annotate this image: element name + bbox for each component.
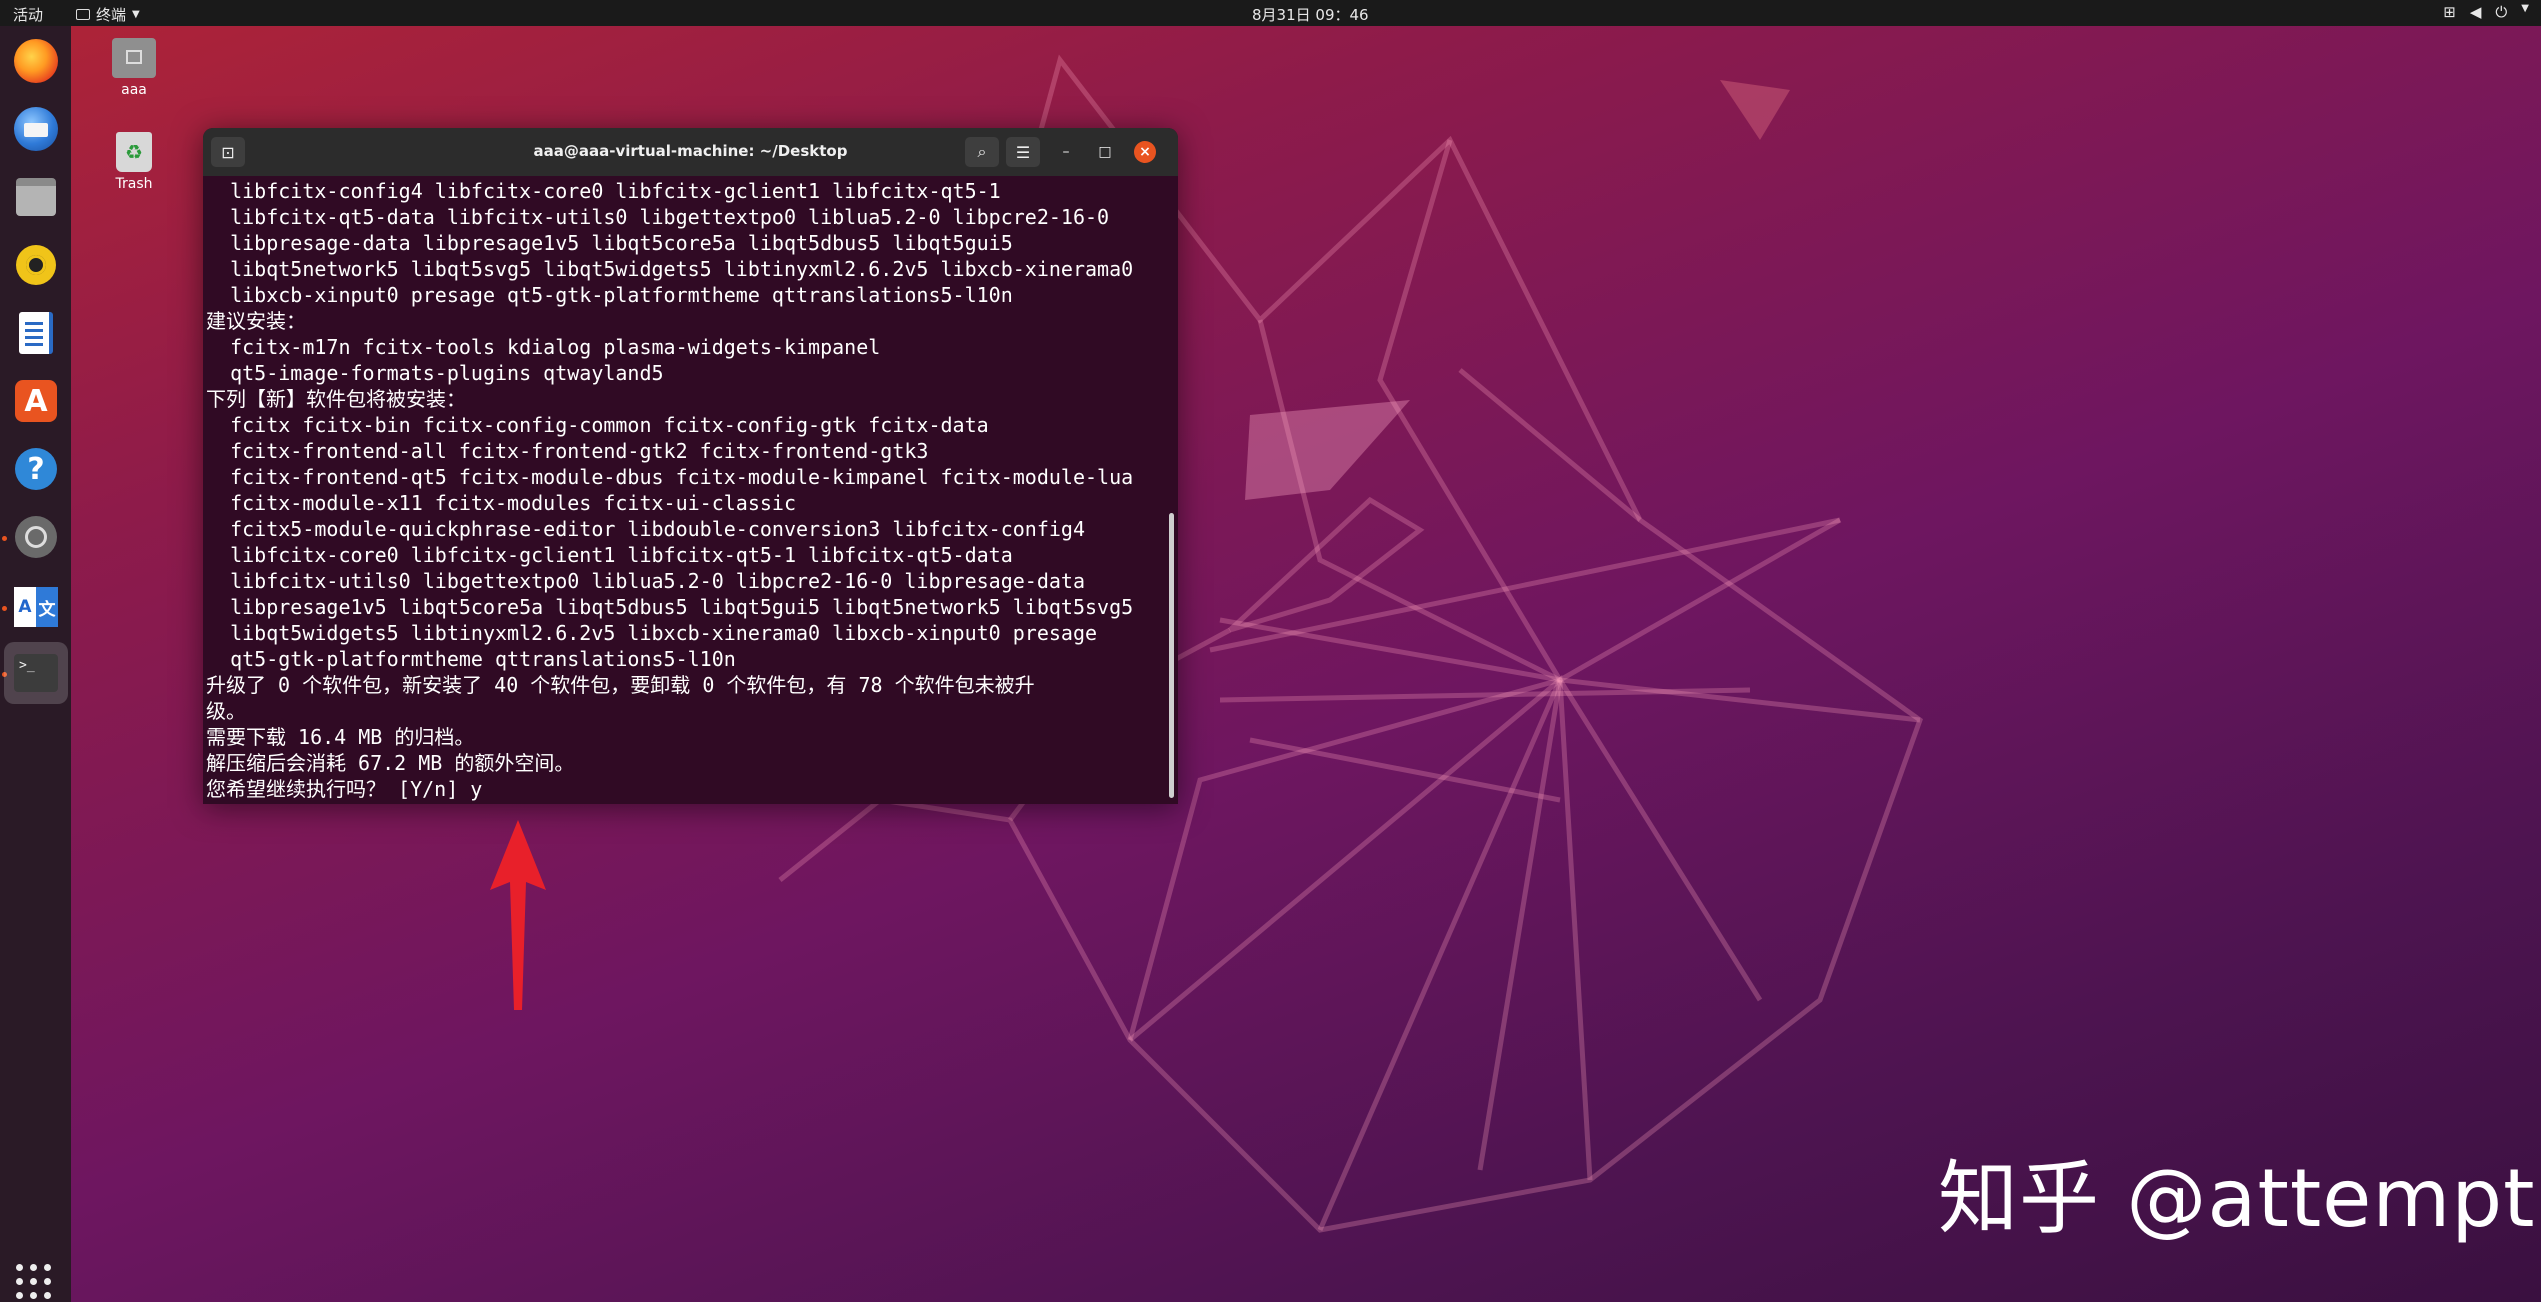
dock-terminal[interactable]: >_ xyxy=(4,642,68,704)
dock-files[interactable] xyxy=(11,172,61,222)
minimize-button[interactable]: – xyxy=(1055,141,1077,163)
running-indicator xyxy=(2,536,7,541)
close-button[interactable]: × xyxy=(1134,141,1156,163)
terminal-line: fcitx-module-x11 fcitx-modules fcitx-ui-… xyxy=(206,491,797,515)
activities-button[interactable]: 活动 xyxy=(13,4,43,25)
firefox-icon xyxy=(14,39,58,83)
terminal-line: fcitx-frontend-all fcitx-frontend-gtk2 f… xyxy=(206,439,929,463)
red-arrow-annotation xyxy=(490,820,546,1010)
maximize-icon: □ xyxy=(1098,144,1112,160)
terminal-scrollbar[interactable] xyxy=(1169,513,1174,798)
desktop-home-label: aaa xyxy=(121,82,147,98)
minimize-icon: – xyxy=(1062,144,1070,160)
software-center-icon: A xyxy=(15,380,57,422)
writer-icon xyxy=(19,312,53,354)
search-icon: ⌕ xyxy=(977,142,987,161)
terminal-window[interactable]: ⊡ aaa@aaa-virtual-machine: ~/Desktop ⌕ ☰… xyxy=(203,128,1178,804)
terminal-line: 需要下载 16.4 MB 的归档。 xyxy=(206,725,475,749)
volume-icon: ◀ xyxy=(2469,3,2482,21)
dock-firefox[interactable] xyxy=(11,36,61,86)
terminal-line: 您希望继续执行吗？ [Y/n] y xyxy=(206,777,483,801)
terminal-line: libfcitx-utils0 libgettextpo0 liblua5.2-… xyxy=(206,569,1085,593)
terminal-small-icon xyxy=(76,9,90,20)
files-icon xyxy=(16,178,56,216)
dock: A ? A文 >_ xyxy=(0,26,71,1302)
thunderbird-icon xyxy=(14,107,58,151)
terminal-line: libfcitx-core0 libfcitx-gclient1 libfcit… xyxy=(206,543,1013,567)
top-bar: 活动 终端 ▼ 8月31日 09：46 ⊞ ◀ ⏻ ▼ xyxy=(0,0,2541,26)
home-folder-icon xyxy=(112,38,156,78)
maximize-button[interactable]: □ xyxy=(1094,141,1116,163)
terminal-line: fcitx-m17n fcitx-tools kdialog plasma-wi… xyxy=(206,335,881,359)
terminal-output[interactable]: libfcitx-config4 libfcitx-core0 libfcitx… xyxy=(206,178,1156,804)
app-menu-label: 终端 xyxy=(96,6,127,24)
terminal-line: fcitx5-module-quickphrase-editor libdoub… xyxy=(206,517,1085,541)
chevron-down-icon: ▼ xyxy=(2521,3,2529,14)
terminal-line: qt5-gtk-platformtheme qttranslations5-l1… xyxy=(206,647,736,671)
hamburger-menu-icon: ☰ xyxy=(1015,142,1031,162)
terminal-line: libfcitx-qt5-data libfcitx-utils0 libget… xyxy=(206,205,1110,229)
terminal-line: fcitx fcitx-bin fcitx-config-common fcit… xyxy=(206,413,989,437)
terminal-line: 下列【新】软件包将被安装： xyxy=(206,387,466,411)
terminal-line: libfcitx-config4 libfcitx-core0 libfcitx… xyxy=(206,179,1001,203)
terminal-line: 解压缩后会消耗 67.2 MB 的额外空间。 xyxy=(206,751,575,775)
menu-button[interactable]: ☰ xyxy=(1006,137,1040,167)
dock-writer[interactable] xyxy=(11,308,61,358)
dock-settings[interactable] xyxy=(11,512,61,562)
terminal-icon: >_ xyxy=(14,654,58,692)
terminal-line: 升级了 0 个软件包，新安装了 40 个软件包，要卸载 0 个软件包，有 78 … xyxy=(206,673,1035,697)
terminal-line: 级。 xyxy=(206,699,246,723)
desktop-home-folder[interactable]: aaa xyxy=(94,38,174,98)
terminal-line: fcitx-frontend-qt5 fcitx-module-dbus fci… xyxy=(206,465,1134,489)
settings-icon xyxy=(15,516,57,558)
dock-help[interactable]: ? xyxy=(11,444,61,494)
terminal-line: qt5-image-formats-plugins qtwayland5 xyxy=(206,361,664,385)
close-icon: × xyxy=(1139,144,1151,160)
dock-software[interactable]: A xyxy=(11,376,61,426)
dock-language[interactable]: A文 xyxy=(11,582,61,632)
search-button[interactable]: ⌕ xyxy=(965,137,999,167)
running-indicator xyxy=(2,606,7,611)
app-menu[interactable]: 终端 ▼ xyxy=(76,4,140,25)
system-tray[interactable]: ⊞ ◀ ⏻ ▼ xyxy=(2443,3,2529,21)
help-icon: ? xyxy=(15,448,57,490)
chevron-down-icon: ▼ xyxy=(132,9,140,20)
terminal-line: libxcb-xinput0 presage qt5-gtk-platformt… xyxy=(206,283,1013,307)
clock[interactable]: 8月31日 09：46 xyxy=(1252,4,1369,25)
terminal-line: libpresage1v5 libqt5core5a libqt5dbus5 l… xyxy=(206,595,1134,619)
terminal-line: libqt5network5 libqt5svg5 libqt5widgets5… xyxy=(206,257,1134,281)
terminal-line: 建议安装： xyxy=(206,309,306,333)
network-icon: ⊞ xyxy=(2443,3,2456,21)
language-icon: A文 xyxy=(14,587,58,627)
watermark-text: 知乎 @attempt xyxy=(1938,1152,2536,1245)
dock-rhythmbox[interactable] xyxy=(11,240,61,290)
terminal-header-bar[interactable]: ⊡ aaa@aaa-virtual-machine: ~/Desktop ⌕ ☰… xyxy=(203,128,1178,176)
desktop-trash[interactable]: ♻ Trash xyxy=(94,132,174,192)
trash-icon: ♻ xyxy=(116,132,152,172)
terminal-line: libpresage-data libpresage1v5 libqt5core… xyxy=(206,231,1013,255)
power-icon: ⏻ xyxy=(2495,3,2508,21)
terminal-line: libqt5widgets5 libtinyxml2.6.2v5 libxcb-… xyxy=(206,621,1098,645)
dock-thunderbird[interactable] xyxy=(11,104,61,154)
rhythmbox-icon xyxy=(16,245,56,285)
show-apps-icon[interactable] xyxy=(16,1264,52,1300)
desktop-trash-label: Trash xyxy=(115,176,153,192)
